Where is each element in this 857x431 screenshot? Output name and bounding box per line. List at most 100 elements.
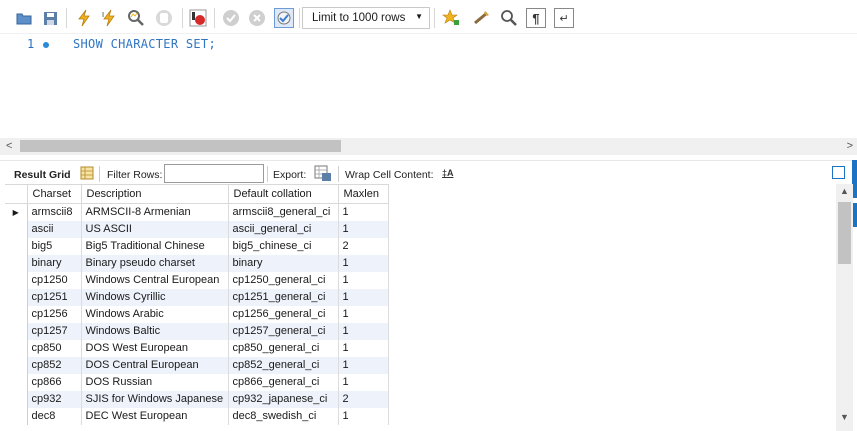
cell-maxlen[interactable]: 1 [338,288,389,306]
cell-maxlen[interactable]: 1 [338,407,389,425]
grid-icon[interactable] [80,166,94,180]
find-icon[interactable] [499,8,519,28]
explain-icon[interactable] [126,8,146,28]
cell-description[interactable]: SJIS for Windows Japanese [81,390,229,408]
table-row[interactable]: cp932 SJIS for Windows Japanese cp932_japa… [5,390,389,408]
cell-charset[interactable]: cp1257 [27,322,82,340]
cell-default-collation[interactable]: cp932_japanese_ci [228,390,339,408]
table-row[interactable]: ▶ armscii8 ARMSCII-8 Armenian armscii8_gene… [5,203,389,221]
filter-rows-input[interactable] [164,164,264,183]
table-row[interactable]: cp1256 Windows Arabic cp1256_general_ci 1 [5,305,389,323]
cell-default-collation[interactable]: cp850_general_ci [228,339,339,357]
table-row[interactable]: cp1250 Windows Central European cp1250_gen… [5,271,389,289]
cell-charset[interactable]: cp932 [27,390,82,408]
cell-description[interactable]: Windows Central European [81,271,229,289]
row-header[interactable] [5,339,28,357]
cell-maxlen[interactable]: 1 [338,254,389,272]
cell-charset[interactable]: cp850 [27,339,82,357]
cell-description[interactable]: Big5 Traditional Chinese [81,237,229,255]
row-header[interactable] [5,322,28,340]
scrollbar-thumb[interactable] [838,202,851,264]
editor-horizontal-scrollbar[interactable]: < > [0,138,857,155]
add-snippet-icon[interactable] [441,8,461,28]
wrap-lines-icon[interactable]: ↵ [554,8,574,28]
cell-maxlen[interactable]: 1 [338,356,389,374]
limit-rows-select[interactable]: Limit to 1000 rows ▼ [302,7,430,29]
result-grid[interactable]: Charset Description Default collation Ma… [5,184,835,431]
sql-code-line[interactable]: SHOW CHARACTER SET; [73,37,216,51]
panel-toggle-icon[interactable] [832,166,845,179]
cell-maxlen[interactable]: 1 [338,373,389,391]
table-row[interactable]: cp852 DOS Central European cp852_general_c… [5,356,389,374]
table-row[interactable]: ascii US ASCII ascii_general_ci 1 [5,220,389,238]
cell-description[interactable]: ARMSCII-8 Armenian [81,203,229,221]
table-row[interactable]: cp866 DOS Russian cp866_general_ci 1 [5,373,389,391]
toggle-stop-on-error-icon[interactable] [188,8,208,28]
table-row[interactable]: big5 Big5 Traditional Chinese big5_chinese… [5,237,389,255]
row-header[interactable] [5,407,28,425]
cell-charset[interactable]: cp1250 [27,271,82,289]
row-header[interactable] [5,305,28,323]
cell-description[interactable]: DEC West European [81,407,229,425]
cell-charset[interactable]: big5 [27,237,82,255]
cell-default-collation[interactable]: binary [228,254,339,272]
table-row[interactable]: cp850 DOS West European cp850_general_ci 1 [5,339,389,357]
row-header[interactable] [5,373,28,391]
row-header[interactable] [5,356,28,374]
result-grid-tab[interactable]: Result Grid [14,169,71,181]
execute-icon[interactable] [74,8,94,28]
row-header[interactable] [5,271,28,289]
stop-icon[interactable] [154,8,174,28]
cell-charset[interactable]: armscii8 [27,203,82,221]
column-header-charset[interactable]: Charset [27,184,82,204]
beautify-icon[interactable] [472,8,492,28]
cell-description[interactable]: DOS Central European [81,356,229,374]
execute-current-icon[interactable]: I [100,8,120,28]
cell-description[interactable]: Windows Arabic [81,305,229,323]
cell-default-collation[interactable]: cp1257_general_ci [228,322,339,340]
cell-maxlen[interactable]: 1 [338,271,389,289]
row-header[interactable] [5,220,28,238]
scroll-left-icon[interactable]: < [6,140,12,152]
scroll-right-icon[interactable]: > [847,140,853,152]
table-row[interactable]: binary Binary pseudo charset binary 1 [5,254,389,272]
cell-default-collation[interactable]: cp852_general_ci [228,356,339,374]
cell-maxlen[interactable]: 1 [338,322,389,340]
cell-charset[interactable]: cp1256 [27,305,82,323]
wrap-cell-icon[interactable]: ‡A [442,168,454,178]
cell-description[interactable]: Binary pseudo charset [81,254,229,272]
cell-charset[interactable]: ascii [27,220,82,238]
commit-icon[interactable] [221,8,241,28]
column-header-description[interactable]: Description [81,184,229,204]
cell-maxlen[interactable]: 1 [338,220,389,238]
cell-default-collation[interactable]: cp1250_general_ci [228,271,339,289]
scrollbar-thumb[interactable] [20,140,341,152]
cell-charset[interactable]: cp1251 [27,288,82,306]
open-file-icon[interactable] [14,8,34,28]
cell-default-collation[interactable]: big5_chinese_ci [228,237,339,255]
table-row[interactable]: cp1257 Windows Baltic cp1257_general_ci 1 [5,322,389,340]
cell-charset[interactable]: dec8 [27,407,82,425]
cell-maxlen[interactable]: 1 [338,339,389,357]
row-header[interactable] [5,390,28,408]
cell-description[interactable]: Windows Baltic [81,322,229,340]
rollback-icon[interactable] [247,8,267,28]
cell-charset[interactable]: cp866 [27,373,82,391]
cell-default-collation[interactable]: cp1256_general_ci [228,305,339,323]
cell-maxlen[interactable]: 1 [338,305,389,323]
cell-default-collation[interactable]: ascii_general_ci [228,220,339,238]
table-row[interactable]: cp1251 Windows Cyrillic cp1251_general_ci 1 [5,288,389,306]
column-header-default-collation[interactable]: Default collation [228,184,339,204]
row-header[interactable] [5,237,28,255]
scroll-up-icon[interactable]: ▲ [840,186,849,196]
sql-editor[interactable]: 1 SHOW CHARACTER SET; [0,34,857,138]
cell-description[interactable]: DOS West European [81,339,229,357]
table-row[interactable]: dec8 DEC West European dec8_swedish_ci 1 [5,407,389,425]
cell-default-collation[interactable]: armscii8_general_ci [228,203,339,221]
cell-default-collation[interactable]: dec8_swedish_ci [228,407,339,425]
grid-vertical-scrollbar[interactable]: ▲ ▼ [836,184,853,431]
cell-default-collation[interactable]: cp1251_general_ci [228,288,339,306]
export-icon[interactable] [314,165,332,185]
column-header-maxlen[interactable]: Maxlen [338,184,389,204]
cell-description[interactable]: Windows Cyrillic [81,288,229,306]
